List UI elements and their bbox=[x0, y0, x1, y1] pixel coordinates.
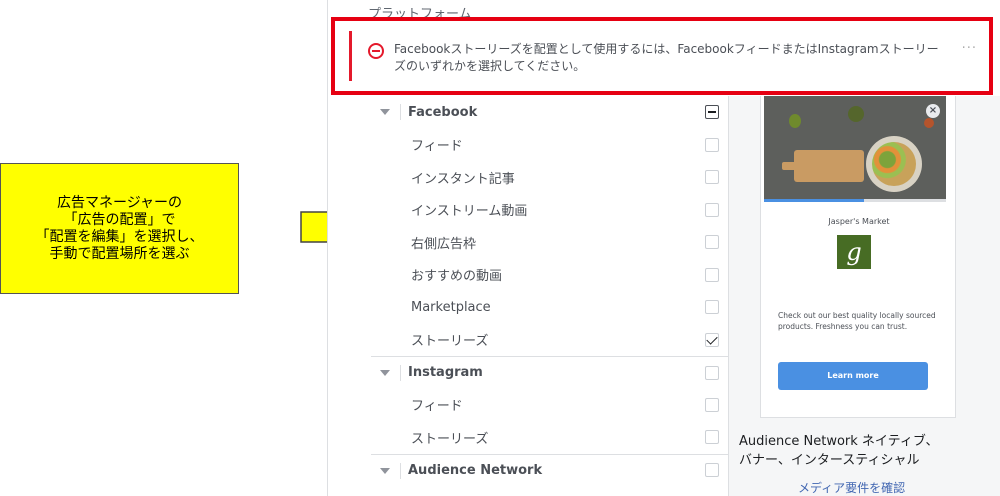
placement-item-row[interactable]: フィード bbox=[371, 389, 728, 422]
placement-checkbox[interactable] bbox=[705, 105, 719, 120]
progress-fill bbox=[764, 199, 865, 202]
callout-line-2: 「広告の配置」で bbox=[63, 211, 176, 228]
caret-down-icon[interactable] bbox=[380, 109, 390, 115]
divider bbox=[400, 365, 401, 381]
caret-down-icon[interactable] bbox=[380, 467, 390, 474]
placement-checkbox[interactable] bbox=[705, 332, 719, 347]
placement-item-label: フィード bbox=[411, 139, 463, 155]
placement-item-label: Marketplace bbox=[411, 299, 491, 315]
placement-checkbox[interactable] bbox=[705, 267, 719, 282]
placement-group-label: Instagram bbox=[408, 365, 483, 381]
salad bbox=[872, 142, 916, 186]
divider bbox=[400, 462, 401, 479]
placement-group-label: Facebook bbox=[408, 104, 478, 120]
placement-list: Facebook フィード インスタント記事 インストリーム動画 右側広告枠 おすすめの動… bbox=[371, 96, 728, 486]
ad-body-text: Check out our best quality locally sourc… bbox=[778, 311, 936, 331]
placement-checkbox[interactable] bbox=[705, 170, 719, 185]
ad-preview: × Jasper's Market g Check out our best q… bbox=[760, 96, 956, 418]
placement-checkbox[interactable] bbox=[705, 300, 719, 315]
callout-line-3: 「配置を編集」を選択し、 bbox=[35, 228, 204, 245]
placement-item-label: インスタント記事 bbox=[411, 171, 515, 187]
placement-checkbox[interactable] bbox=[705, 235, 719, 250]
close-icon[interactable]: × bbox=[926, 104, 940, 118]
media-requirements-link[interactable]: メディア要件を確認 bbox=[798, 479, 905, 496]
minus-circle-icon bbox=[368, 43, 384, 59]
placement-checkbox[interactable] bbox=[705, 430, 719, 445]
tomato bbox=[924, 118, 934, 128]
placement-item-label: インストリーム動画 bbox=[411, 204, 528, 220]
placement-item-row[interactable]: フィード bbox=[371, 129, 728, 162]
more-options-icon[interactable]: ··· bbox=[962, 41, 977, 56]
placement-item-label: ストーリーズ bbox=[411, 334, 489, 350]
placement-group-row[interactable]: Audience Network bbox=[371, 453, 728, 487]
placement-item-row[interactable]: インストリーム動画 bbox=[371, 194, 728, 227]
placement-item-row[interactable]: ストーリーズ bbox=[371, 421, 728, 454]
olive-bowl bbox=[848, 106, 864, 122]
brand-logo: g bbox=[837, 235, 871, 269]
placement-item-row[interactable]: おすすめの動画 bbox=[371, 259, 728, 292]
error-alert: Facebookストーリーズを配置として使用するには、Facebookフィードま… bbox=[349, 31, 977, 81]
ad-image: × bbox=[764, 96, 946, 199]
placement-item-row[interactable]: Marketplace bbox=[371, 291, 728, 324]
placement-checkbox[interactable] bbox=[705, 137, 719, 152]
progress-bar bbox=[764, 199, 946, 202]
callout-line-4: 手動で配置場所を選ぶ bbox=[49, 245, 190, 262]
divider bbox=[400, 104, 401, 120]
herb bbox=[789, 114, 801, 128]
preview-title: Audience Network ネイティブ、バナー、インタースティシャル bbox=[739, 434, 939, 468]
placement-group-row[interactable]: Instagram bbox=[371, 356, 728, 389]
caret-down-icon[interactable] bbox=[380, 370, 390, 376]
annotation-callout: 広告マネージャーの 「広告の配置」で 「配置を編集」を選択し、 手動で配置場所を… bbox=[0, 163, 239, 294]
cutting-board bbox=[794, 150, 864, 182]
placement-item-row[interactable]: ストーリーズ bbox=[371, 324, 728, 357]
placement-group-label: Audience Network bbox=[408, 462, 543, 478]
placement-checkbox[interactable] bbox=[705, 202, 719, 217]
placement-item-row[interactable]: 右側広告枠 bbox=[371, 226, 728, 259]
brand-name: Jasper's Market bbox=[828, 217, 890, 226]
callout-line-1: 広告マネージャーの bbox=[56, 194, 183, 211]
placement-item-label: フィード bbox=[411, 399, 463, 415]
placement-item-label: おすすめの動画 bbox=[411, 269, 503, 285]
learn-more-button[interactable]: Learn more bbox=[778, 362, 928, 390]
placement-group-row[interactable]: Facebook bbox=[371, 96, 728, 129]
alert-highlight-box: Facebookストーリーズを配置として使用するには、Facebookフィードま… bbox=[331, 17, 993, 95]
placement-checkbox[interactable] bbox=[705, 397, 719, 412]
placement-checkbox[interactable] bbox=[705, 463, 719, 478]
placement-item-label: 右側広告枠 bbox=[411, 236, 477, 252]
placement-item-row[interactable]: インスタント記事 bbox=[371, 161, 728, 194]
placement-item-label: ストーリーズ bbox=[411, 431, 489, 447]
alert-message: Facebookストーリーズを配置として使用するには、Facebookフィードま… bbox=[394, 42, 939, 73]
placement-checkbox[interactable] bbox=[705, 365, 719, 380]
